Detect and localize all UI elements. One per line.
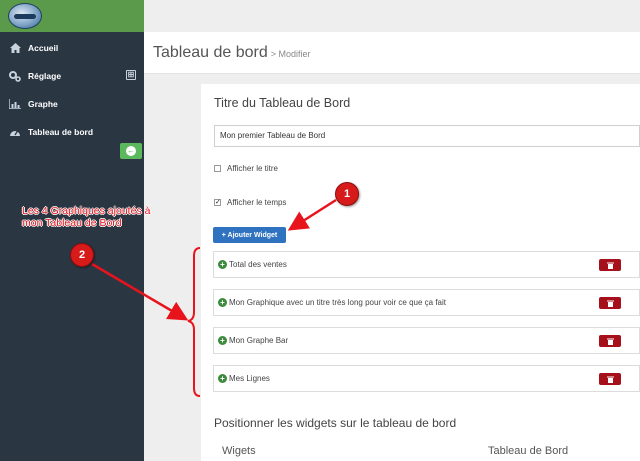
sidebar: Accueil Réglage ⊞ Graphe Tableau de bord… [0, 0, 144, 461]
show-title-checkbox[interactable] [214, 165, 221, 172]
logo[interactable] [8, 3, 42, 29]
widget-row: + Total des ventes [213, 251, 640, 278]
annotation-badge-1: 1 [335, 182, 359, 206]
form-title: Titre du Tableau de Bord [214, 96, 351, 110]
page-title: Tableau de bord > Modifier [153, 44, 311, 62]
expand-icon[interactable]: ⊞ [126, 70, 136, 80]
show-title-row[interactable]: Afficher le titre [214, 164, 278, 173]
trash-icon [606, 376, 614, 383]
trash-icon [606, 262, 614, 269]
plus-circle-icon[interactable]: + [218, 374, 227, 383]
annotation-badge-2: 2 [70, 243, 94, 267]
widget-label: Mon Graphique avec un titre très long po… [229, 298, 447, 307]
widget-row: + Mes Lignes [213, 365, 640, 392]
trash-icon [606, 300, 614, 307]
sidebar-item-reglage[interactable]: Réglage ⊞ [0, 62, 144, 90]
gears-icon [9, 70, 21, 82]
plus-circle-icon[interactable]: + [218, 298, 227, 307]
widgets-column-header: Wigets [222, 445, 256, 457]
sidebar-item-accueil[interactable]: Accueil [0, 34, 144, 62]
sidebar-item-label: Réglage [28, 71, 62, 81]
annotation-bracket [187, 247, 201, 397]
plus-circle-icon[interactable]: + [218, 260, 227, 269]
sidebar-item-label: Graphe [28, 99, 58, 109]
plus-circle-icon[interactable]: + [218, 336, 227, 345]
sidebar-item-label: Accueil [28, 43, 59, 53]
dashboard-title-input[interactable]: Mon premier Tableau de Bord [214, 125, 640, 147]
show-title-label: Afficher le titre [227, 164, 278, 173]
arrow-left-icon: ← [126, 146, 136, 156]
sidebar-item-graphe[interactable]: Graphe [0, 90, 144, 118]
widget-row: + Mon Graphique avec un titre très long … [213, 289, 640, 316]
logo-bar [0, 0, 144, 32]
chart-icon [9, 98, 21, 110]
trash-icon [606, 338, 614, 345]
sidebar-item-label: Tableau de bord [28, 127, 94, 137]
home-icon [9, 42, 21, 54]
dashboard-icon [9, 126, 21, 138]
delete-widget-button[interactable] [599, 335, 621, 347]
sidebar-item-tableau-de-bord[interactable]: Tableau de bord [0, 118, 144, 146]
show-time-row[interactable]: ✓ Afficher le temps [214, 198, 286, 207]
dashboard-column-header: Tableau de Bord [488, 445, 569, 457]
page-header: Tableau de bord > Modifier [144, 32, 640, 74]
show-time-label: Afficher le temps [227, 198, 287, 207]
page-subtitle: > Modifier [270, 49, 311, 59]
collapse-sidebar-button[interactable]: ← [120, 143, 142, 159]
show-time-checkbox[interactable]: ✓ [214, 199, 221, 206]
widget-label: Mon Graphe Bar [229, 336, 289, 345]
widget-label: Total des ventes [229, 260, 287, 269]
annotation-text: Les 4 Graphiques ajoutés à mon Tableau d… [22, 205, 151, 229]
position-section-title: Positionner les widgets sur le tableau d… [214, 416, 457, 430]
delete-widget-button[interactable] [599, 297, 621, 309]
sidebar-nav: Accueil Réglage ⊞ Graphe Tableau de bord [0, 34, 144, 146]
delete-widget-button[interactable] [599, 373, 621, 385]
add-widget-button[interactable]: + Ajouter Widget [213, 227, 286, 243]
widget-label: Mes Lignes [229, 374, 270, 383]
delete-widget-button[interactable] [599, 259, 621, 271]
widget-row: + Mon Graphe Bar [213, 327, 640, 354]
dashboard-form-panel: Titre du Tableau de Bord Mon premier Tab… [201, 84, 640, 461]
page-title-text: Tableau de bord [153, 44, 268, 61]
